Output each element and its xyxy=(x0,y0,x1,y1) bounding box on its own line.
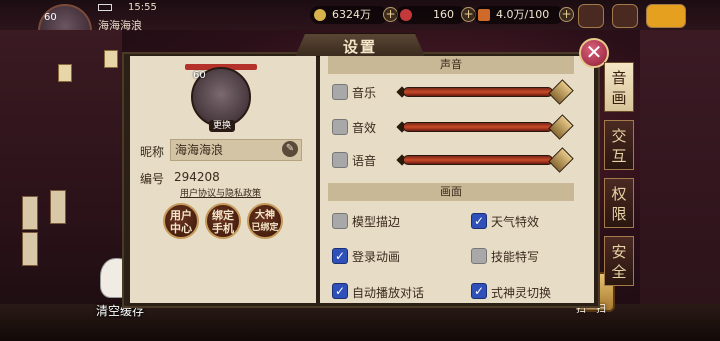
bind-phone-button[interactable]: 绑定 手机 xyxy=(205,203,241,239)
player-id: 294208 xyxy=(174,170,220,184)
jade-icon xyxy=(400,9,412,21)
policy-link[interactable]: 用户协议与隐私政策 xyxy=(180,186,261,199)
paper-tag-decoration xyxy=(22,232,38,266)
nickname-label: 昵称 xyxy=(140,145,165,159)
gold-coin-icon xyxy=(314,9,326,21)
voice-label: 语音 xyxy=(352,154,377,168)
music-label: 音乐 xyxy=(352,86,377,100)
auto-dialogue-checkbox[interactable]: ✓ xyxy=(332,283,348,299)
sfx-checkbox[interactable] xyxy=(332,119,348,135)
login-animation-checkbox[interactable]: ✓ xyxy=(332,248,348,264)
player-level: 60 xyxy=(44,12,57,23)
user-center-button[interactable]: 用户 中心 xyxy=(163,203,199,239)
paper-tag-decoration xyxy=(22,196,38,230)
battery-icon xyxy=(98,4,112,11)
skill-closeup-label: 技能特写 xyxy=(491,250,540,264)
stamina-icon xyxy=(478,9,490,21)
menu-icon[interactable] xyxy=(578,4,604,28)
tab-permissions[interactable]: 权 限 xyxy=(604,178,634,228)
sfx-volume-slider[interactable] xyxy=(403,122,553,132)
sound-section-header: 声音 xyxy=(328,56,574,74)
background-scenery-right xyxy=(640,30,720,341)
gold-counter: 6324万 + xyxy=(310,6,398,24)
music-volume-slider[interactable] xyxy=(403,87,553,97)
model-outline-label: 模型描边 xyxy=(352,215,401,229)
profile-level: 60 xyxy=(193,70,206,81)
dashen-bound-button[interactable]: 大神 已绑定 xyxy=(247,203,283,239)
change-avatar-button[interactable]: 更换 xyxy=(209,120,235,132)
add-stamina-button[interactable]: + xyxy=(559,7,574,22)
clock: 15:55 xyxy=(128,2,157,13)
tab-interaction[interactable]: 交 互 xyxy=(604,120,634,170)
stamina-counter: 4.0万/100 + xyxy=(474,6,574,24)
skill-closeup-checkbox[interactable] xyxy=(471,248,487,264)
lantern-decoration xyxy=(104,50,118,68)
voice-volume-slider[interactable] xyxy=(403,155,553,165)
paper-tag-decoration xyxy=(50,190,66,224)
event-icon[interactable] xyxy=(646,4,686,28)
auto-dialogue-label: 自动播放对话 xyxy=(352,286,425,300)
music-checkbox[interactable] xyxy=(332,84,348,100)
jade-counter: 160 + xyxy=(396,6,476,24)
window-title: 设置 xyxy=(342,38,377,56)
sfx-label: 音效 xyxy=(352,121,377,135)
tab-security[interactable]: 安 全 xyxy=(604,236,634,286)
login-animation-label: 登录动画 xyxy=(352,250,401,264)
weather-effects-label: 天气特效 xyxy=(491,215,540,229)
edit-icon[interactable]: ✎ xyxy=(282,141,298,157)
shikigami-switch-checkbox[interactable]: ✓ xyxy=(471,283,487,299)
voice-checkbox[interactable] xyxy=(332,152,348,168)
lantern-decoration xyxy=(58,64,72,82)
shikigami-switch-label: 式神灵切换 xyxy=(491,286,552,300)
id-label: 编号 xyxy=(140,172,165,186)
tab-audio-visual[interactable]: 音 画 xyxy=(604,62,634,112)
model-outline-checkbox[interactable] xyxy=(332,213,348,229)
graphics-section-header: 画面 xyxy=(328,183,574,201)
weather-effects-checkbox[interactable]: ✓ xyxy=(471,213,487,229)
chat-icon[interactable] xyxy=(612,4,638,28)
